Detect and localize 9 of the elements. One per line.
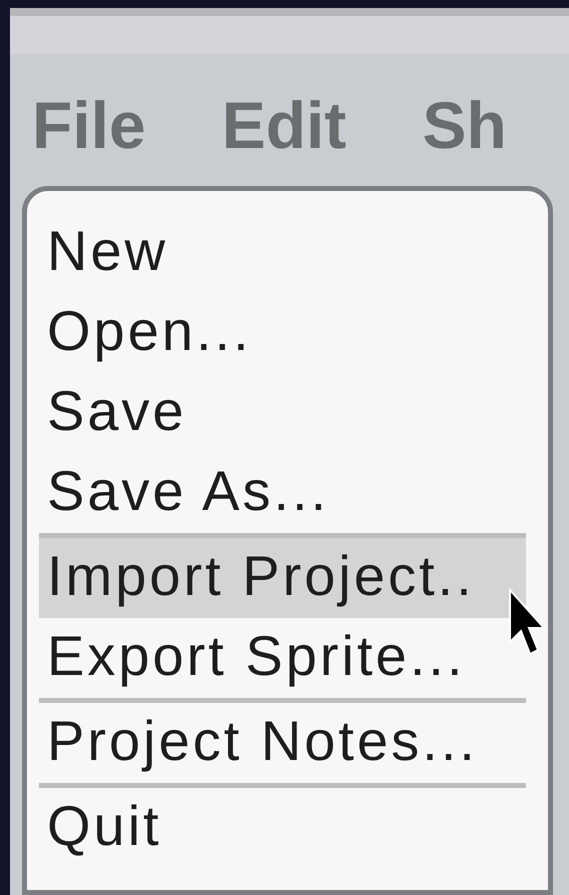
menu-item[interactable]: Import Project..: [39, 538, 526, 618]
cursor-icon: [508, 588, 546, 658]
menu-item[interactable]: Open...: [39, 293, 526, 373]
menu-item[interactable]: Export Sprite...: [39, 618, 526, 698]
menu-item[interactable]: Quit: [39, 788, 526, 868]
menu-item[interactable]: Save As...: [39, 453, 526, 533]
menu-item[interactable]: Project Notes...: [39, 703, 526, 783]
menu-item[interactable]: New: [39, 213, 526, 293]
menu-item[interactable]: Save: [39, 373, 526, 453]
